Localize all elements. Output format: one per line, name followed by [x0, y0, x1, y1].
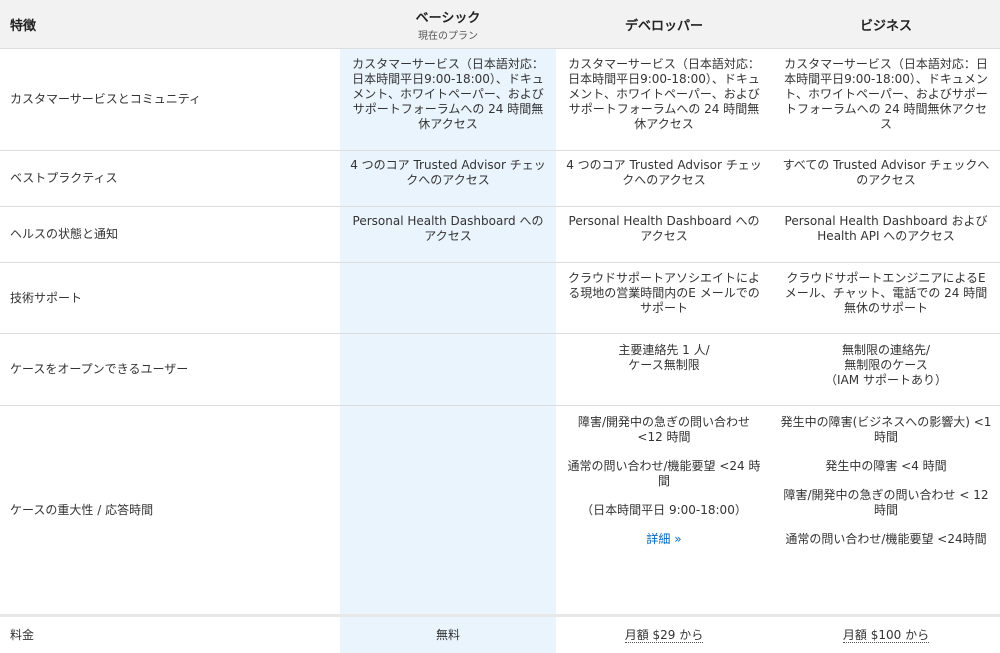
developer-cell: カスタマーサービス（日本語対応：日本時間平日9:00-18:00）、ドキュメント… [556, 49, 772, 151]
business-cell: カスタマーサービス（日本語対応：日本時間平日9:00-18:00）、ドキュメント… [772, 49, 1000, 151]
table-row: ヘルスの状態と通知 Personal Health Dashboard へのアク… [0, 207, 1000, 263]
price-label: 料金 [0, 616, 340, 653]
header-row: 特徴 ベーシック 現在のプラン デベロッパー ビジネス [0, 0, 1000, 49]
developer-cell: 4 つのコア Trusted Advisor チェックへのアクセス [556, 151, 772, 207]
table-row: ベストプラクティス 4 つのコア Trusted Advisor チェックへのア… [0, 151, 1000, 207]
severity-item: 発生中の障害 <4 時間 [780, 459, 992, 474]
header-feature: 特徴 [0, 0, 340, 49]
table-row: ケースをオープンできるユーザー 主要連絡先 1 人/ ケース無制限 無制限の連絡… [0, 334, 1000, 406]
business-cell: クラウドサポートエンジニアによるE メール、チャット、電話での 24 時間無休の… [772, 263, 1000, 334]
business-severity-cell: 発生中の障害(ビジネスへの影響大) <1 時間 発生中の障害 <4 時間 障害/… [772, 406, 1000, 616]
basic-cell [340, 334, 556, 406]
severity-item: （日本時間平日 9:00-18:00） [564, 503, 764, 518]
developer-cell: クラウドサポートアソシエイトによる現地の営業時間内のE メールでのサポート [556, 263, 772, 334]
basic-cell [340, 263, 556, 334]
table-row-severity: ケースの重大性 / 応答時間 障害/開発中の急ぎの問い合わせ <12 時間 通常… [0, 406, 1000, 616]
price-row: 料金 無料 月額 $29 から 月額 $100 から [0, 616, 1000, 653]
severity-item: 障害/開発中の急ぎの問い合わせ <12 時間 [564, 415, 764, 445]
business-cell: すべての Trusted Advisor チェックへのアクセス [772, 151, 1000, 207]
feature-label: ケースをオープンできるユーザー [0, 334, 340, 406]
business-cell: Personal Health Dashboard および Health API… [772, 207, 1000, 263]
feature-label: 技術サポート [0, 263, 340, 334]
developer-severity-cell: 障害/開発中の急ぎの問い合わせ <12 時間 通常の問い合わせ/機能要望 <24… [556, 406, 772, 616]
feature-label: カスタマーサービスとコミュニティ [0, 49, 340, 151]
business-cell: 無制限の連絡先/ 無制限のケース （IAM サポートあり） [772, 334, 1000, 406]
basic-cell [340, 406, 556, 616]
severity-item: 通常の問い合わせ/機能要望 <24 時間 [564, 459, 764, 489]
basic-cell: Personal Health Dashboard へのアクセス [340, 207, 556, 263]
business-price-cell: 月額 $100 から [772, 616, 1000, 653]
severity-item: 発生中の障害(ビジネスへの影響大) <1 時間 [780, 415, 992, 445]
details-link[interactable]: 詳細 » [646, 532, 681, 546]
developer-price-cell: 月額 $29 から [556, 616, 772, 653]
header-basic-title: ベーシック [416, 11, 481, 26]
support-plan-comparison-table: 特徴 ベーシック 現在のプラン デベロッパー ビジネス カスタマーサービスとコミ… [0, 0, 1000, 653]
basic-cell: 4 つのコア Trusted Advisor チェックへのアクセス [340, 151, 556, 207]
table-row: カスタマーサービスとコミュニティ カスタマーサービス（日本語対応：日本時間平日9… [0, 49, 1000, 151]
header-basic: ベーシック 現在のプラン [340, 0, 556, 49]
severity-item: 通常の問い合わせ/機能要望 <24時間 [780, 532, 992, 547]
table-row: 技術サポート クラウドサポートアソシエイトによる現地の営業時間内のE メールでの… [0, 263, 1000, 334]
header-basic-current-plan: 現在のプラン [340, 27, 556, 42]
feature-label: ヘルスの状態と通知 [0, 207, 340, 263]
severity-item: 障害/開発中の急ぎの問い合わせ < 12 時間 [780, 488, 992, 518]
developer-cell: 主要連絡先 1 人/ ケース無制限 [556, 334, 772, 406]
header-business: ビジネス [772, 0, 1000, 49]
feature-label: ケースの重大性 / 応答時間 [0, 406, 340, 616]
developer-price-link[interactable]: 月額 $29 から [625, 628, 704, 643]
basic-cell: カスタマーサービス（日本語対応：日本時間平日9:00-18:00）、ドキュメント… [340, 49, 556, 151]
basic-price: 無料 [340, 616, 556, 653]
header-developer: デベロッパー [556, 0, 772, 49]
feature-label: ベストプラクティス [0, 151, 340, 207]
developer-cell: Personal Health Dashboard へのアクセス [556, 207, 772, 263]
business-price-link[interactable]: 月額 $100 から [843, 628, 929, 643]
